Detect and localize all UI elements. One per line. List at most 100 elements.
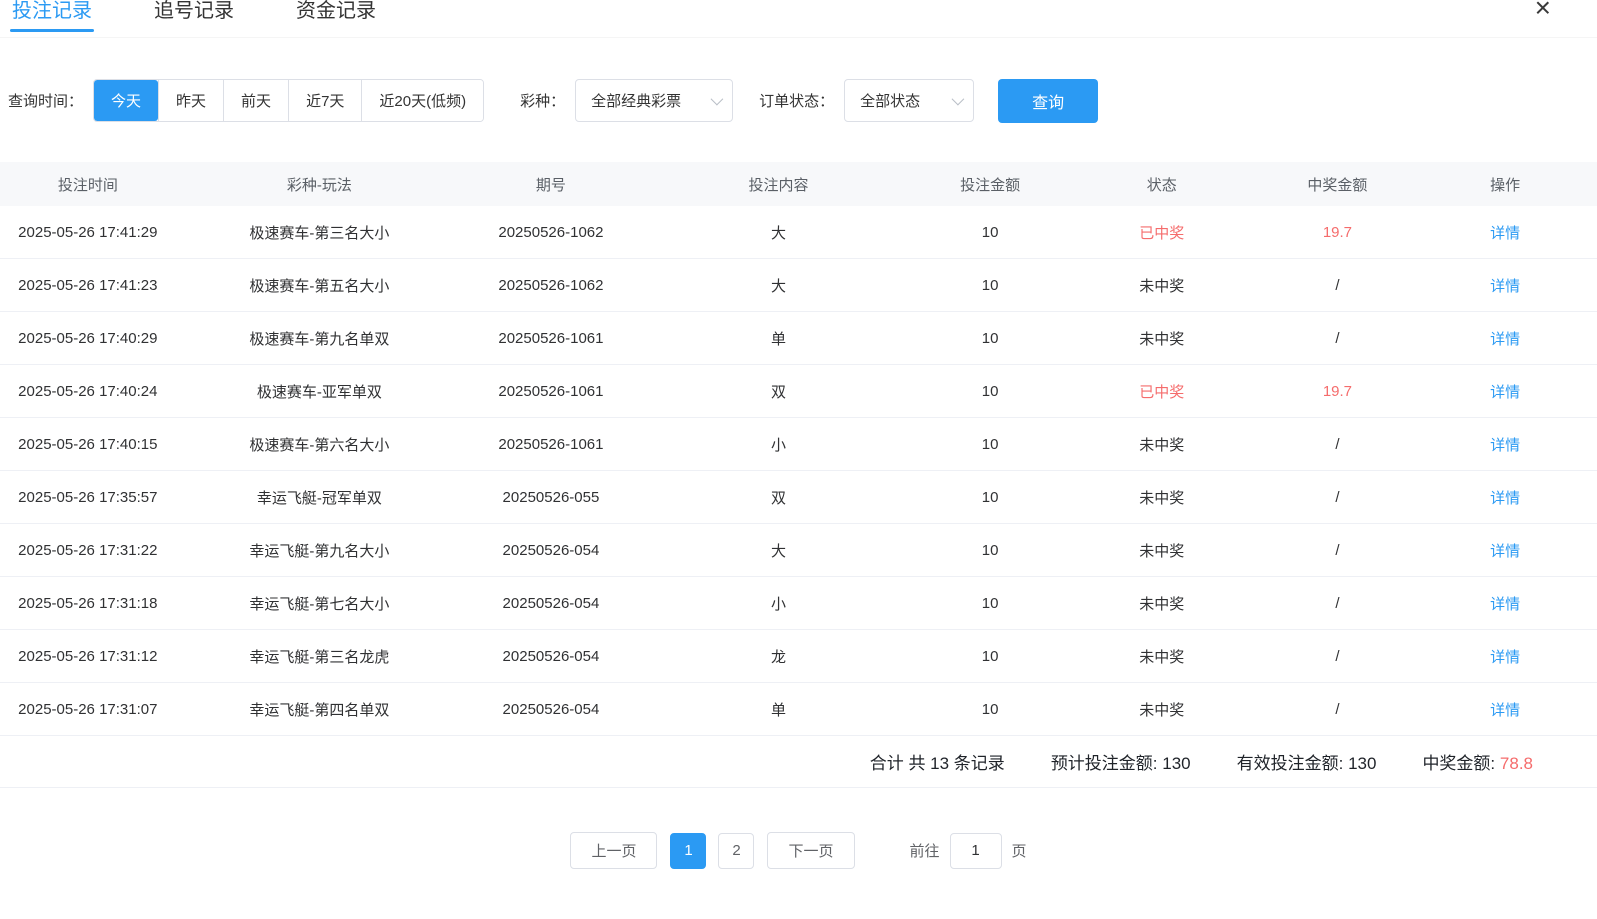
cell-bet-amount: 10 <box>918 648 1062 665</box>
detail-link[interactable]: 详情 <box>1490 490 1520 507</box>
column-header: 状态 <box>1062 174 1262 195</box>
cell-bet-time: 2025-05-26 17:41:23 <box>0 277 176 294</box>
cell-bet-time: 2025-05-26 17:31:22 <box>0 542 176 559</box>
filter-bar: 查询时间： 今天昨天前天近7天近20天(低频) 彩种： 全部经典彩票 订单状态：… <box>8 78 1597 123</box>
cell-status: 已中奖 <box>1062 381 1262 402</box>
order-status-select[interactable]: 全部状态 <box>844 79 974 122</box>
cell-game-play: 极速赛车-第五名大小 <box>176 275 463 296</box>
cell-prize: 19.7 <box>1262 224 1414 241</box>
cell-action: 详情 <box>1413 275 1597 296</box>
detail-link[interactable]: 详情 <box>1490 437 1520 454</box>
close-icon[interactable]: × <box>1535 0 1551 22</box>
detail-link[interactable]: 详情 <box>1490 649 1520 666</box>
lottery-select-value: 全部经典彩票 <box>591 90 681 111</box>
table-header: 投注时间彩种-玩法期号投注内容投注金额状态中奖金额操作 <box>0 162 1597 206</box>
cell-action: 详情 <box>1413 646 1597 667</box>
column-header: 投注时间 <box>0 174 176 195</box>
cell-status: 已中奖 <box>1062 222 1262 243</box>
cell-issue: 20250526-054 <box>463 542 639 559</box>
cell-bet-amount: 10 <box>918 224 1062 241</box>
cell-action: 详情 <box>1413 540 1597 561</box>
cell-bet-content: 大 <box>639 540 918 561</box>
lottery-select[interactable]: 全部经典彩票 <box>575 79 733 122</box>
cell-bet-time: 2025-05-26 17:31:07 <box>0 701 176 718</box>
column-header: 投注金额 <box>918 174 1062 195</box>
time-filter-option-0[interactable]: 今天 <box>94 80 158 121</box>
cell-status: 未中奖 <box>1062 434 1262 455</box>
cell-issue: 20250526-1061 <box>463 330 639 347</box>
table-row: 2025-05-26 17:31:22 幸运飞艇-第九名大小 20250526-… <box>0 524 1597 577</box>
cell-bet-content: 单 <box>639 699 918 720</box>
search-button[interactable]: 查询 <box>998 79 1098 123</box>
cell-bet-time: 2025-05-26 17:31:18 <box>0 595 176 612</box>
cell-prize: / <box>1262 648 1414 665</box>
prev-page-button[interactable]: 上一页 <box>570 832 657 869</box>
cell-prize: / <box>1262 489 1414 506</box>
summary-prize-value: 78.8 <box>1500 754 1533 773</box>
goto-label: 前往 <box>910 840 940 861</box>
cell-action: 详情 <box>1413 593 1597 614</box>
summary-valid-amount: 有效投注金额: 130 <box>1237 749 1377 774</box>
cell-issue: 20250526-055 <box>463 489 639 506</box>
column-header: 期号 <box>463 174 639 195</box>
lottery-filter-label: 彩种： <box>520 90 565 111</box>
cell-bet-content: 小 <box>639 593 918 614</box>
detail-link[interactable]: 详情 <box>1490 384 1520 401</box>
table-body: 2025-05-26 17:41:29 极速赛车-第三名大小 20250526-… <box>0 206 1597 736</box>
tab-bet-records[interactable]: 投注记录 <box>10 0 94 34</box>
detail-link[interactable]: 详情 <box>1490 225 1520 242</box>
cell-status: 未中奖 <box>1062 540 1262 561</box>
cell-game-play: 幸运飞艇-第三名龙虎 <box>176 646 463 667</box>
table-row: 2025-05-26 17:41:23 极速赛车-第五名大小 20250526-… <box>0 259 1597 312</box>
detail-link[interactable]: 详情 <box>1490 702 1520 719</box>
chevron-down-icon <box>952 93 965 106</box>
cell-bet-amount: 10 <box>918 542 1062 559</box>
cell-bet-content: 双 <box>639 381 918 402</box>
page-number-2[interactable]: 2 <box>718 833 754 869</box>
cell-prize: / <box>1262 330 1414 347</box>
detail-link[interactable]: 详情 <box>1490 278 1520 295</box>
time-filter-option-4[interactable]: 近20天(低频) <box>361 80 483 121</box>
cell-action: 详情 <box>1413 328 1597 349</box>
summary-prize: 中奖金额: 78.8 <box>1422 749 1533 774</box>
time-filter-option-1[interactable]: 昨天 <box>158 80 223 121</box>
cell-game-play: 极速赛车-第六名大小 <box>176 434 463 455</box>
summary-expected-amount: 预计投注金额: 130 <box>1051 749 1191 774</box>
time-filter-option-2[interactable]: 前天 <box>223 80 288 121</box>
goto-page-input[interactable] <box>950 833 1002 869</box>
cell-game-play: 幸运飞艇-第九名大小 <box>176 540 463 561</box>
cell-status: 未中奖 <box>1062 593 1262 614</box>
cell-bet-amount: 10 <box>918 489 1062 506</box>
time-filter-option-3[interactable]: 近7天 <box>288 80 361 121</box>
cell-bet-content: 龙 <box>639 646 918 667</box>
cell-bet-content: 单 <box>639 328 918 349</box>
cell-action: 详情 <box>1413 487 1597 508</box>
goto-page-group: 前往 页 <box>910 833 1027 869</box>
cell-prize: / <box>1262 595 1414 612</box>
tab-chase-records[interactable]: 追号记录 <box>152 0 236 34</box>
order-status-value: 全部状态 <box>860 90 920 111</box>
cell-game-play: 幸运飞艇-第四名单双 <box>176 699 463 720</box>
cell-bet-time: 2025-05-26 17:40:24 <box>0 383 176 400</box>
tab-fund-records[interactable]: 资金记录 <box>294 0 378 34</box>
column-header: 操作 <box>1413 174 1597 195</box>
table-row: 2025-05-26 17:35:57 幸运飞艇-冠军单双 20250526-0… <box>0 471 1597 524</box>
goto-unit-label: 页 <box>1012 840 1027 861</box>
cell-bet-time: 2025-05-26 17:31:12 <box>0 648 176 665</box>
summary-bar: 合计 共 13 条记录 预计投注金额: 130 有效投注金额: 130 中奖金额… <box>0 736 1597 788</box>
cell-prize: 19.7 <box>1262 383 1414 400</box>
page-number-1[interactable]: 1 <box>670 833 706 869</box>
detail-link[interactable]: 详情 <box>1490 543 1520 560</box>
cell-bet-amount: 10 <box>918 701 1062 718</box>
next-page-button[interactable]: 下一页 <box>767 832 854 869</box>
order-status-label: 订单状态： <box>759 90 834 111</box>
cell-status: 未中奖 <box>1062 328 1262 349</box>
detail-link[interactable]: 详情 <box>1490 331 1520 348</box>
table-row: 2025-05-26 17:31:12 幸运飞艇-第三名龙虎 20250526-… <box>0 630 1597 683</box>
cell-game-play: 幸运飞艇-冠军单双 <box>176 487 463 508</box>
detail-link[interactable]: 详情 <box>1490 596 1520 613</box>
table-row: 2025-05-26 17:31:07 幸运飞艇-第四名单双 20250526-… <box>0 683 1597 736</box>
cell-bet-amount: 10 <box>918 595 1062 612</box>
cell-bet-content: 大 <box>639 275 918 296</box>
cell-bet-time: 2025-05-26 17:35:57 <box>0 489 176 506</box>
